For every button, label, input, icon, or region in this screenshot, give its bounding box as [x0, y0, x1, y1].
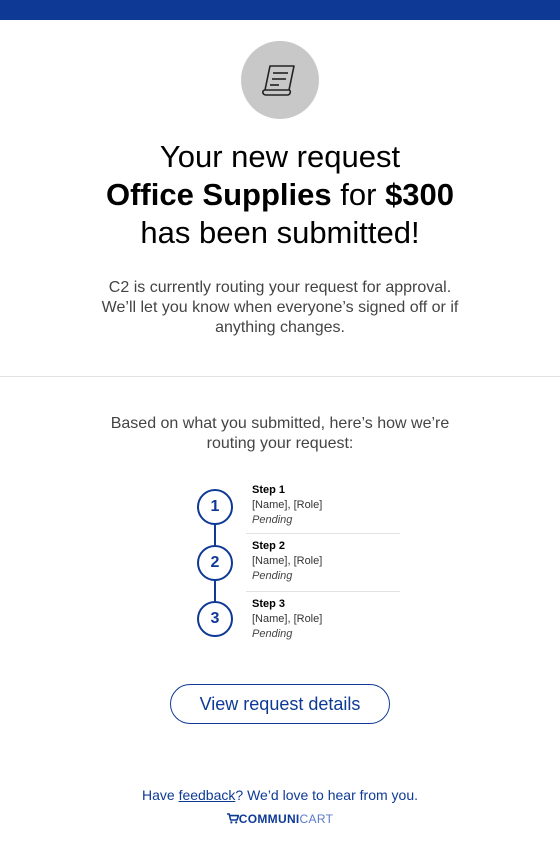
feedback-link[interactable]: feedback	[179, 787, 236, 803]
receipt-icon	[241, 41, 319, 119]
step-3-title: Step 3	[252, 598, 286, 610]
step-1-status: Pending	[252, 514, 293, 526]
for-word: for	[340, 177, 377, 212]
step-3-number: 3	[197, 601, 233, 637]
step-separator	[246, 591, 400, 592]
headline-line-2: Office Supplies for $300	[0, 176, 560, 214]
headline-line-1: Your new request	[159, 139, 401, 174]
step-3-status: Pending	[252, 628, 293, 640]
step-3-person: [Name], [Role]	[252, 613, 323, 625]
step-3: Step 3 [Name], [Role] Pending	[252, 597, 400, 642]
intro-text: C2 is currently routing your request for…	[90, 278, 470, 338]
confirmation-headline: Your new request Office Supplies for $30…	[0, 138, 560, 252]
step-2-person: [Name], [Role]	[252, 555, 323, 567]
routing-text: Based on what you submitted, here’s how …	[110, 415, 450, 452]
step-2-number: 2	[197, 545, 233, 581]
step-1-person: [Name], [Role]	[252, 499, 323, 511]
top-bar	[0, 0, 560, 20]
request-name: Office Supplies	[105, 177, 332, 212]
brand-name-bold: COMMUNI	[238, 812, 300, 826]
intro-line-1: C2 is currently routing your request for…	[108, 279, 452, 296]
step-2-status: Pending	[252, 570, 293, 582]
step-separator	[246, 533, 400, 534]
brand-name-light: CART	[299, 812, 334, 826]
feedback-suffix: ? We’d love to hear from you.	[235, 787, 418, 803]
feedback-prefix: Have	[141, 787, 179, 803]
headline-line-3: has been submitted!	[140, 215, 420, 250]
feedback-line: Have feedback? We’d love to hear from yo…	[0, 787, 560, 803]
step-2-title: Step 2	[252, 540, 286, 552]
section-divider	[0, 376, 560, 377]
step-1-number: 1	[197, 489, 233, 525]
step-1-title: Step 1	[252, 484, 286, 496]
step-1: Step 1 [Name], [Role] Pending	[252, 483, 400, 528]
intro-line-2: We’ll let you know when everyone’s signe…	[101, 299, 459, 336]
request-amount: $300	[385, 177, 455, 212]
cart-icon	[226, 813, 239, 824]
communicart-logo[interactable]: COMMUNICART	[0, 812, 560, 826]
view-request-details-button[interactable]: View request details	[170, 684, 390, 724]
step-2: Step 2 [Name], [Role] Pending	[252, 539, 400, 584]
